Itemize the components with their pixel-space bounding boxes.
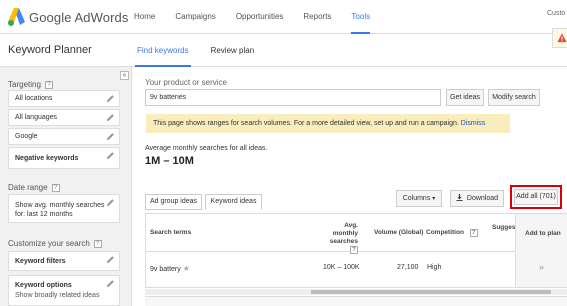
row-competition: High (427, 264, 442, 271)
avg-searches-value: 1M – 10M (145, 155, 194, 167)
warning-icon (557, 33, 567, 43)
keyword-ideas-table: Search terms Avg. monthly searches ? Vol… (145, 213, 567, 288)
alert-notification[interactable] (552, 28, 567, 48)
header-avg-monthly-line2: searches (329, 238, 358, 245)
pencil-icon[interactable] (106, 151, 115, 160)
top-navigation: Home Campaigns Opportunities Reports Too… (134, 0, 390, 34)
adwords-logo[interactable]: Google AdWords (8, 6, 128, 28)
targeting-negative-keywords[interactable]: Negative keywords (8, 147, 120, 169)
add-to-plan-column: Add to plan » (515, 214, 567, 287)
star-icon[interactable]: ★ (183, 264, 190, 273)
targeting-locations-label: All locations (15, 95, 53, 102)
notice-banner: This page shows ranges for search volume… (146, 114, 510, 133)
targeting-title: Targeting (8, 80, 41, 89)
add-all-button[interactable]: Add all (701) (514, 189, 558, 205)
notice-text: This page shows ranges for search volume… (153, 120, 459, 127)
avg-searches-label: Average monthly searches for all ideas. (145, 145, 268, 152)
columns-button[interactable]: Columns ▾ (396, 190, 442, 207)
brand-name: Google AdWords (29, 9, 129, 25)
download-button[interactable]: Download (450, 190, 504, 207)
dismiss-link[interactable]: Dismiss (461, 120, 486, 127)
columns-label: Columns (402, 195, 431, 202)
date-range-text-2: for: last 12 months (15, 211, 73, 218)
customer-label[interactable]: Custo (547, 9, 565, 18)
download-label: Download (466, 195, 499, 202)
tab-review-plan[interactable]: Review plan (209, 34, 257, 67)
header-search-terms[interactable]: Search terms (150, 229, 191, 237)
product-label: Your product or service (145, 78, 227, 87)
header-suggested[interactable]: Suggest (492, 224, 518, 232)
tab-keyword-ideas[interactable]: Keyword ideas (205, 194, 262, 210)
row-search-term: 9v battery ★ (150, 264, 190, 273)
add-all-highlight: Add all (701) (510, 185, 562, 209)
add-to-plan-button[interactable]: » (539, 262, 544, 272)
collapse-sidebar-button[interactable]: « (120, 71, 129, 80)
main-content: Your product or service Get ideas Modify… (132, 67, 567, 306)
targeting-languages-label: All languages (15, 114, 58, 121)
customize-section: Customize your search ? (8, 239, 102, 248)
targeting-languages[interactable]: All languages (8, 109, 120, 126)
targeting-section: Targeting ? (8, 80, 53, 89)
scrollbar-thumb[interactable] (311, 290, 551, 294)
negative-keywords-label: Negative keywords (15, 155, 79, 162)
keyword-filters-label: Keyword filters (15, 258, 66, 265)
targeting-network[interactable]: Google (8, 128, 120, 145)
header-avg-monthly[interactable]: Avg. monthly searches ? (322, 222, 358, 254)
pencil-icon[interactable] (106, 198, 115, 207)
date-range-selector[interactable]: Show avg. monthly searches for: last 12 … (8, 194, 120, 223)
adwords-logo-icon (8, 8, 25, 26)
sub-header: Keyword Planner Find keywords Review pla… (0, 34, 567, 67)
header-competition-label: Competition (426, 229, 464, 236)
help-icon[interactable]: ? (350, 246, 358, 254)
table-header-row: Search terms Avg. monthly searches ? Vol… (146, 214, 567, 254)
help-icon[interactable]: ? (93, 239, 102, 248)
get-ideas-button[interactable]: Get ideas (446, 89, 484, 106)
nav-tools[interactable]: Tools (351, 0, 371, 34)
help-icon[interactable]: ? (469, 229, 478, 237)
pencil-icon[interactable] (106, 255, 115, 264)
row-volume: 27,100 (397, 264, 419, 271)
table-horizontal-scrollbar[interactable] (145, 289, 567, 295)
modify-search-button[interactable]: Modify search (488, 89, 540, 106)
sidebar: « Targeting ? All locations All language… (0, 67, 132, 306)
pencil-icon[interactable] (106, 113, 115, 122)
nav-reports[interactable]: Reports (303, 0, 331, 34)
date-range-section: Date range ? (8, 183, 60, 192)
planner-tabs: Find keywords Review plan (135, 34, 274, 67)
top-bar: Google AdWords Home Campaigns Opportunit… (0, 0, 567, 34)
header-competition[interactable]: Competition ? (426, 229, 478, 237)
download-icon (456, 194, 463, 201)
pencil-icon[interactable] (106, 279, 115, 288)
search-term-text: 9v battery (150, 266, 181, 273)
keyword-options-detail: Show broadly related ideas (15, 292, 100, 299)
tab-ad-group-ideas[interactable]: Ad group ideas (145, 194, 202, 210)
pencil-icon[interactable] (106, 94, 115, 103)
customize-title: Customize your search (8, 239, 90, 248)
targeting-network-label: Google (15, 133, 38, 140)
help-icon[interactable]: ? (44, 80, 53, 89)
product-input[interactable] (145, 89, 441, 106)
header-add-to-plan: Add to plan (525, 230, 561, 237)
nav-home[interactable]: Home (134, 0, 155, 34)
row-avg-searches: 10K – 100K (323, 264, 360, 271)
header-avg-monthly-line1: Avg. monthly (332, 222, 358, 237)
dropdown-caret-icon: ▾ (432, 196, 436, 202)
nav-campaigns[interactable]: Campaigns (175, 0, 215, 34)
keyword-options-label: Keyword options (15, 282, 72, 289)
nav-opportunities[interactable]: Opportunities (236, 0, 284, 34)
targeting-locations[interactable]: All locations (8, 90, 120, 107)
help-icon[interactable]: ? (51, 183, 60, 192)
date-range-title: Date range (8, 183, 48, 192)
tab-find-keywords[interactable]: Find keywords (135, 34, 191, 67)
date-range-text-1: Show avg. monthly searches (15, 202, 105, 209)
table-next-row (145, 296, 567, 306)
pencil-icon[interactable] (106, 132, 115, 141)
page-title: Keyword Planner (8, 44, 92, 56)
header-volume[interactable]: Volume (Global) (374, 229, 423, 237)
keyword-options[interactable]: Keyword options Show broadly related ide… (8, 275, 120, 306)
keyword-filters[interactable]: Keyword filters (8, 251, 120, 271)
